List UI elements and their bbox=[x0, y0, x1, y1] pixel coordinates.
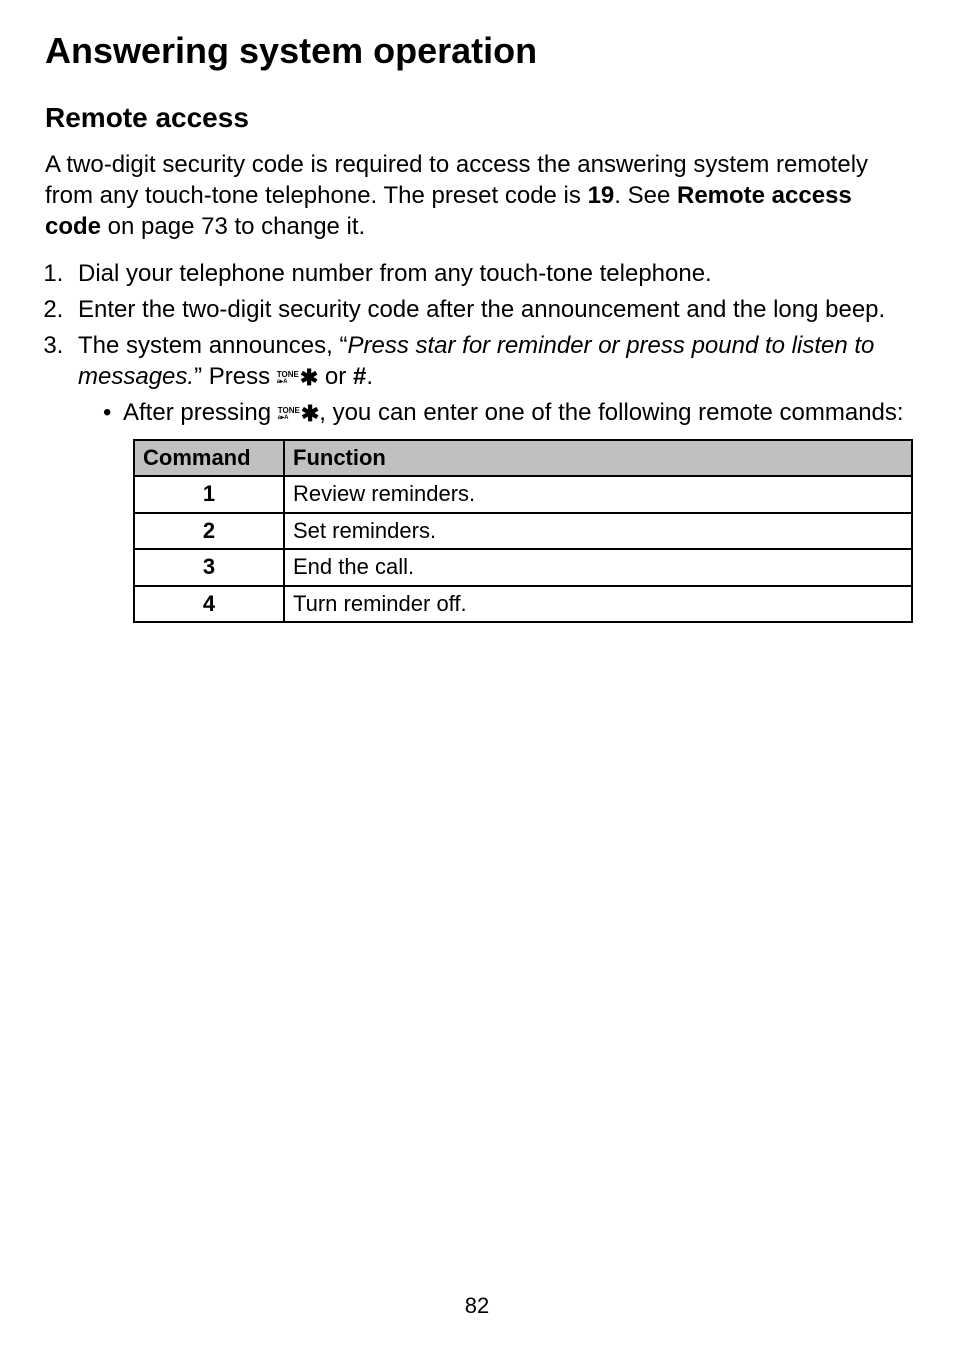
intro-text-2: . See bbox=[614, 182, 677, 209]
steps-list: Dial your telephone number from any touc… bbox=[70, 258, 909, 624]
step-3: The system announces, “Press star for re… bbox=[70, 330, 909, 624]
step-3-period: . bbox=[366, 363, 373, 390]
step-2: Enter the two-digit security code after … bbox=[70, 294, 909, 325]
bullet-text-1: After pressing bbox=[123, 399, 278, 426]
function-cell: Turn reminder off. bbox=[284, 586, 912, 623]
table-row: 2 Set reminders. bbox=[134, 513, 912, 550]
key-tone-label: TONE bbox=[277, 371, 299, 379]
command-cell: 2 bbox=[134, 513, 284, 550]
key-tone-label: TONE bbox=[278, 407, 300, 415]
header-command: Command bbox=[134, 440, 284, 477]
function-cell: Set reminders. bbox=[284, 513, 912, 550]
step-3-text-1: The system announces, “ bbox=[78, 332, 347, 359]
section-title: Remote access bbox=[45, 102, 909, 134]
sub-bullet-list: After pressing TONEa▸A✱, you can enter o… bbox=[103, 397, 909, 428]
page-number: 82 bbox=[0, 1293, 954, 1319]
tone-star-key-icon: TONEa▸A✱ bbox=[278, 407, 320, 421]
preset-code: 19 bbox=[588, 182, 615, 209]
header-function: Function bbox=[284, 440, 912, 477]
bullet-text-2: , you can enter one of the following rem… bbox=[319, 399, 903, 426]
intro-paragraph: A two-digit security code is required to… bbox=[45, 149, 909, 243]
function-cell: End the call. bbox=[284, 549, 912, 586]
command-cell: 4 bbox=[134, 586, 284, 623]
commands-table: Command Function 1 Review reminders. 2 S… bbox=[133, 439, 913, 624]
key-ab-label: a▸A bbox=[277, 379, 299, 385]
bullet-item: After pressing TONEa▸A✱, you can enter o… bbox=[103, 397, 909, 428]
table-row: 4 Turn reminder off. bbox=[134, 586, 912, 623]
step-1: Dial your telephone number from any touc… bbox=[70, 258, 909, 289]
step-3-or: or bbox=[318, 363, 353, 390]
function-cell: Review reminders. bbox=[284, 476, 912, 513]
page-title: Answering system operation bbox=[45, 30, 909, 72]
step-3-text-2: ” Press bbox=[194, 363, 277, 390]
command-cell: 3 bbox=[134, 549, 284, 586]
table-row: 1 Review reminders. bbox=[134, 476, 912, 513]
table-header-row: Command Function bbox=[134, 440, 912, 477]
command-cell: 1 bbox=[134, 476, 284, 513]
intro-text-3: on page 73 to change it. bbox=[101, 213, 365, 240]
key-ab-label: a▸A bbox=[278, 415, 300, 421]
tone-star-key-icon: TONEa▸A✱ bbox=[277, 371, 319, 385]
table-row: 3 End the call. bbox=[134, 549, 912, 586]
hash-key: # bbox=[353, 363, 366, 390]
